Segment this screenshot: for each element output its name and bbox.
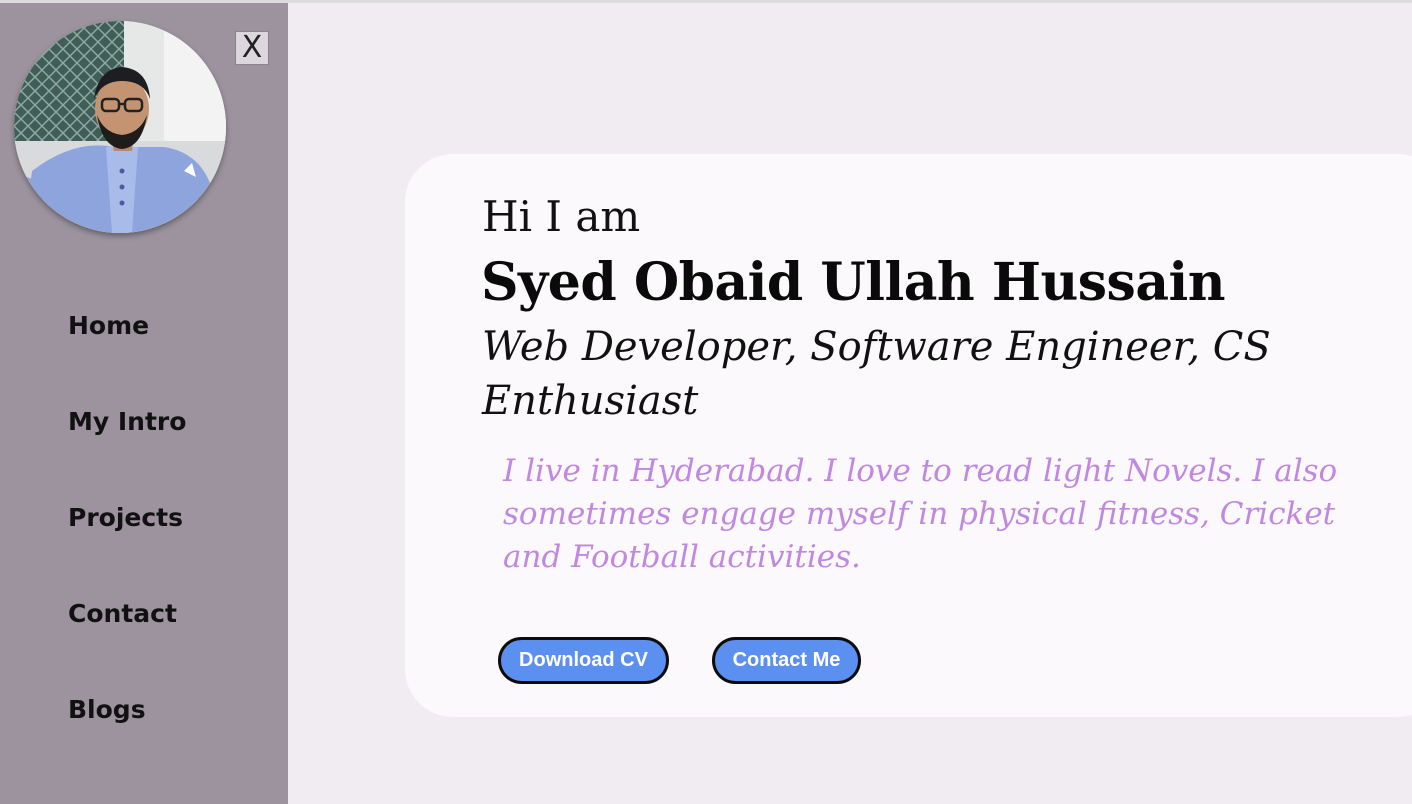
nav-item-home[interactable]: Home xyxy=(68,311,149,340)
nav-item-blogs[interactable]: Blogs xyxy=(68,695,146,724)
role-text: Web Developer, Software Engineer, CS Ent… xyxy=(482,324,1271,424)
contact-me-button[interactable]: Contact Me xyxy=(712,637,861,684)
bio-text: I live in Hyderabad. I love to read ligh… xyxy=(503,453,1338,575)
greeting-text: Hi I am xyxy=(482,192,641,241)
avatar xyxy=(14,21,226,233)
sidebar: X Home My Intro Projects Contact Blogs xyxy=(0,3,288,804)
nav-item-projects[interactable]: Projects xyxy=(68,503,183,532)
download-cv-button[interactable]: Download CV xyxy=(498,637,669,684)
nav-item-contact[interactable]: Contact xyxy=(68,599,177,628)
close-button[interactable]: X xyxy=(235,31,269,65)
person-name: Syed Obaid Ullah Hussain xyxy=(481,252,1226,313)
nav-item-my-intro[interactable]: My Intro xyxy=(68,407,186,436)
